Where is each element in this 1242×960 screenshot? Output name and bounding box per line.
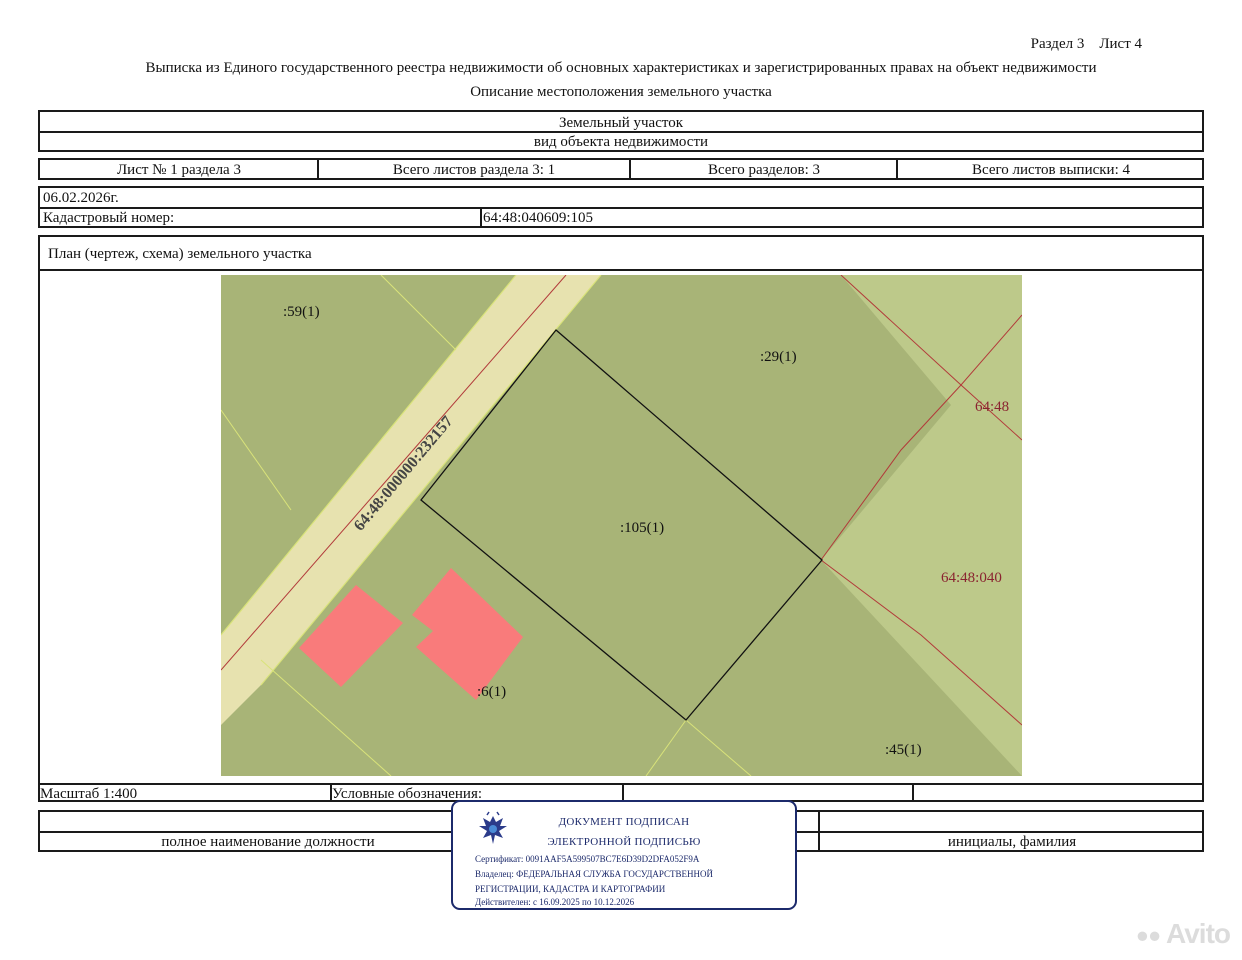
label-external-parcel-2: 64:48:040 bbox=[941, 570, 1002, 586]
stamp-line-1: ДОКУМЕНТ ПОДПИСАН bbox=[558, 816, 690, 828]
stamp-owner-1: Владелец: ФЕДЕРАЛЬНАЯ СЛУЖБА ГОСУДАРСТВЕ… bbox=[475, 869, 714, 879]
sheet-info-row: Лист № 1 раздела 3 Всего листов раздела … bbox=[38, 158, 1204, 180]
extract-date: 06.02.2026г. bbox=[43, 190, 119, 206]
avito-logo-icon: ●● bbox=[1135, 922, 1162, 948]
watermark-text: Avito bbox=[1166, 918, 1231, 949]
total-sheets-section: Всего листов раздела 3: 1 bbox=[392, 162, 556, 178]
section-sheet-label: Раздел 3 Лист 4 bbox=[1030, 36, 1142, 52]
plan-title: План (чертеж, схема) земельного участка bbox=[48, 246, 312, 262]
label-parcel-6: :6(1) bbox=[477, 684, 507, 700]
cadastral-number-value: 64:48:040609:105 bbox=[483, 210, 594, 226]
electronic-signature-stamp: ДОКУМЕНТ ПОДПИСАН ЭЛЕКТРОННОЙ ПОДПИСЬЮ С… bbox=[451, 800, 797, 910]
object-type-caption: вид объекта недвижимости bbox=[533, 134, 709, 150]
parcel-map: :59(1) :29(1) :105(1) :6(1) :45(1) 64:48… bbox=[221, 275, 1022, 776]
stamp-line-2: ЭЛЕКТРОННОЙ ПОДПИСЬЮ bbox=[547, 836, 701, 848]
document-subtitle: Описание местоположения земельного участ… bbox=[470, 84, 772, 100]
scale-label: Масштаб 1:400 bbox=[40, 786, 138, 802]
stamp-owner-2: РЕГИСТРАЦИИ, КАДАСТРА И КАРТОГРАФИИ bbox=[475, 884, 666, 894]
label-external-parcel-1: 64:48 bbox=[975, 399, 1010, 415]
sheet-number: Лист № 1 раздела 3 bbox=[117, 162, 241, 178]
stamp-validity: Действителен: с 16.09.2025 по 10.12.2026 bbox=[475, 897, 635, 907]
total-sheets-extract: Всего листов выписки: 4 bbox=[972, 162, 1130, 178]
stamp-certificate: Сертификат: 0091AAF5A599507BC7E6D39D2DFA… bbox=[475, 854, 700, 864]
position-caption: полное наименование должности bbox=[161, 834, 375, 850]
label-parcel-59: :59(1) bbox=[283, 304, 320, 320]
total-sections: Всего разделов: 3 bbox=[707, 162, 821, 178]
label-parcel-45: :45(1) bbox=[885, 742, 922, 758]
object-type-block: Земельный участок вид объекта недвижимос… bbox=[38, 110, 1204, 152]
avito-watermark: ●● Avito bbox=[1135, 918, 1231, 950]
cadastral-number-label: Кадастровый номер: bbox=[43, 210, 175, 226]
object-type: Земельный участок bbox=[558, 115, 684, 131]
label-parcel-105: :105(1) bbox=[620, 520, 665, 536]
document-title: Выписка из Единого государственного реес… bbox=[145, 60, 1097, 76]
label-parcel-29: :29(1) bbox=[760, 349, 797, 365]
meta-block: 06.02.2026г. Кадастровый номер: 64:48:04… bbox=[38, 186, 1204, 228]
initials-caption: инициалы, фамилия bbox=[947, 834, 1077, 850]
